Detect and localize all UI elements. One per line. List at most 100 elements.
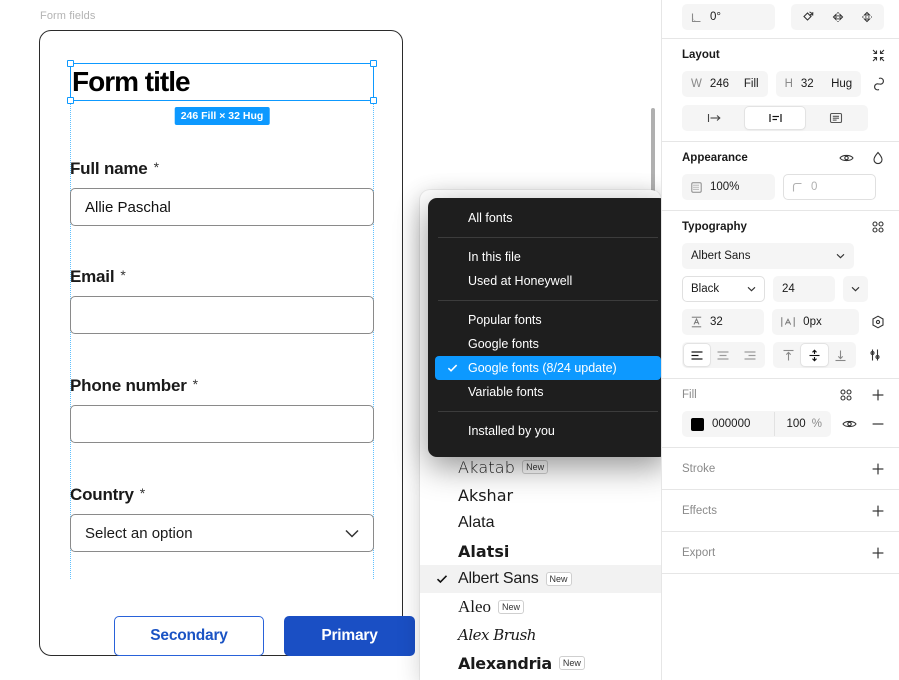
menu-item-label: All fonts bbox=[468, 211, 513, 225]
add-export-icon[interactable] bbox=[867, 542, 889, 564]
font-size-dropdown-button[interactable] bbox=[843, 276, 868, 302]
width-field[interactable]: W 246 Fill bbox=[682, 71, 768, 97]
font-list-item[interactable]: Akatab New bbox=[420, 453, 661, 481]
chevron-down-icon[interactable] bbox=[836, 253, 845, 259]
form-card[interactable]: Form title 246 Fill × 32 Hug Full name * … bbox=[39, 30, 415, 656]
eye-icon[interactable] bbox=[835, 147, 857, 169]
menu-item-label: Variable fonts bbox=[468, 385, 544, 399]
required-marker: * bbox=[192, 376, 198, 392]
stroke-section[interactable]: Stroke bbox=[662, 448, 899, 490]
align-left-button[interactable] bbox=[684, 344, 711, 366]
flip-vertical-button[interactable] bbox=[852, 6, 882, 28]
chevron-down-icon[interactable] bbox=[747, 286, 756, 292]
add-effect-icon[interactable] bbox=[867, 500, 889, 522]
font-list-item[interactable]: Albert Sans New bbox=[420, 565, 661, 593]
frame-label[interactable]: Form fields bbox=[40, 10, 96, 22]
add-stroke-icon[interactable] bbox=[867, 458, 889, 480]
fill-styles-icon[interactable] bbox=[835, 384, 857, 406]
rotation-value: 0° bbox=[710, 11, 721, 23]
menu-separator bbox=[438, 237, 658, 238]
collapse-icon[interactable] bbox=[867, 44, 889, 66]
phone-number-input[interactable] bbox=[70, 405, 374, 443]
menu-item[interactable]: Used at Honeywell bbox=[435, 269, 661, 293]
menu-item[interactable]: All fonts bbox=[435, 206, 661, 230]
align-center-button[interactable] bbox=[710, 344, 736, 366]
width-mode[interactable]: Fill bbox=[744, 78, 759, 90]
text-styles-icon[interactable] bbox=[867, 216, 889, 238]
font-name: Akatab bbox=[458, 457, 516, 477]
aspect-ratio-lock-icon[interactable] bbox=[869, 73, 889, 95]
new-badge: New bbox=[498, 600, 525, 614]
font-list-item[interactable]: Alata bbox=[420, 509, 661, 537]
font-name: Alata bbox=[458, 514, 495, 531]
font-weight-select[interactable]: Black bbox=[682, 276, 765, 302]
fill-color-field[interactable]: 000000 100 % bbox=[682, 411, 831, 437]
menu-item[interactable]: In this file bbox=[435, 245, 661, 269]
menu-item[interactable]: Google fonts (8/24 update) bbox=[435, 356, 661, 380]
letter-spacing-field[interactable]: 0px bbox=[772, 309, 860, 335]
effects-section[interactable]: Effects bbox=[662, 490, 899, 532]
font-list-item[interactable]: Aleo New bbox=[420, 593, 661, 621]
field-full-name[interactable]: Full name * Allie Paschal bbox=[70, 159, 374, 226]
align-bottom-button[interactable] bbox=[828, 344, 854, 366]
field-label: Full name * bbox=[70, 159, 374, 179]
country-select[interactable]: Select an option bbox=[70, 514, 374, 552]
menu-item[interactable]: Variable fonts bbox=[435, 380, 661, 404]
email-input[interactable] bbox=[70, 296, 374, 334]
form-action-buttons: Secondary Primary bbox=[114, 616, 415, 656]
font-size-field[interactable]: 24 bbox=[773, 276, 835, 302]
fill-color-swatch[interactable] bbox=[691, 417, 704, 431]
type-settings-icon[interactable] bbox=[867, 311, 889, 333]
required-marker: * bbox=[153, 159, 159, 175]
align-middle-button[interactable] bbox=[801, 344, 828, 366]
align-text-horizontal-button[interactable] bbox=[684, 107, 745, 129]
menu-item[interactable]: Installed by you bbox=[435, 419, 661, 443]
menu-item[interactable]: Popular fonts bbox=[435, 308, 661, 332]
align-text-center-button[interactable] bbox=[744, 107, 806, 129]
letter-spacing-icon bbox=[781, 316, 795, 328]
primary-button[interactable]: Primary bbox=[284, 616, 415, 656]
corner-radius-field[interactable]: 0 bbox=[783, 174, 876, 200]
line-height-icon bbox=[691, 316, 702, 328]
rotation-field[interactable]: 0° bbox=[682, 4, 775, 30]
secondary-button[interactable]: Secondary bbox=[114, 616, 264, 656]
font-family-select[interactable]: Albert Sans bbox=[682, 243, 854, 269]
height-mode[interactable]: Hug bbox=[831, 78, 852, 90]
form-title[interactable]: Form title bbox=[70, 63, 374, 101]
line-height-value: 32 bbox=[710, 316, 723, 328]
flip-rotate-button[interactable] bbox=[793, 6, 823, 28]
add-fill-icon[interactable] bbox=[867, 384, 889, 406]
inspector-panel[interactable]: 0° Layout W 246 Fill H 32 Hug Appearance… bbox=[661, 0, 899, 680]
flip-horizontal-button[interactable] bbox=[823, 6, 853, 28]
typography-advanced-icon[interactable] bbox=[864, 344, 886, 366]
line-height-field[interactable]: 32 bbox=[682, 309, 765, 335]
export-section-title: Export bbox=[682, 546, 716, 559]
new-badge: New bbox=[545, 572, 572, 586]
full-name-input[interactable]: Allie Paschal bbox=[70, 188, 374, 226]
form-title-selection[interactable]: Form title 246 Fill × 32 Hug bbox=[67, 60, 377, 125]
typography-section: Typography Albert Sans Black 24 32 0px bbox=[662, 211, 899, 379]
font-source-menu[interactable]: All fonts In this file Used at Honeywell Po… bbox=[428, 198, 668, 457]
menu-item[interactable]: Google fonts bbox=[435, 332, 661, 356]
field-phone-number[interactable]: Phone number * bbox=[70, 376, 374, 443]
height-field[interactable]: H 32 Hug bbox=[775, 71, 862, 97]
menu-item-label: Used at Honeywell bbox=[468, 274, 573, 288]
font-list-item[interactable]: Alex Brush bbox=[420, 621, 661, 649]
font-list-item[interactable]: Alexandria New bbox=[420, 649, 661, 677]
align-top-button[interactable] bbox=[775, 344, 801, 366]
font-list-item[interactable]: Akshar bbox=[420, 481, 661, 509]
eye-icon[interactable] bbox=[839, 413, 860, 435]
stroke-section-title: Stroke bbox=[682, 462, 716, 475]
layout-section-title: Layout bbox=[682, 49, 720, 61]
blend-mode-icon[interactable] bbox=[867, 147, 889, 169]
field-email[interactable]: Email * bbox=[70, 267, 374, 334]
remove-fill-icon[interactable] bbox=[868, 413, 889, 435]
required-marker: * bbox=[139, 485, 146, 501]
opacity-field[interactable]: 100% bbox=[682, 174, 775, 200]
export-section[interactable]: Export bbox=[662, 532, 899, 574]
align-right-button[interactable] bbox=[737, 344, 763, 366]
field-country[interactable]: Country * Select an option bbox=[70, 485, 374, 552]
font-name: Alexandria bbox=[458, 653, 552, 673]
text-wrap-button[interactable] bbox=[805, 107, 866, 129]
font-list-item[interactable]: Alatsi bbox=[420, 537, 661, 565]
